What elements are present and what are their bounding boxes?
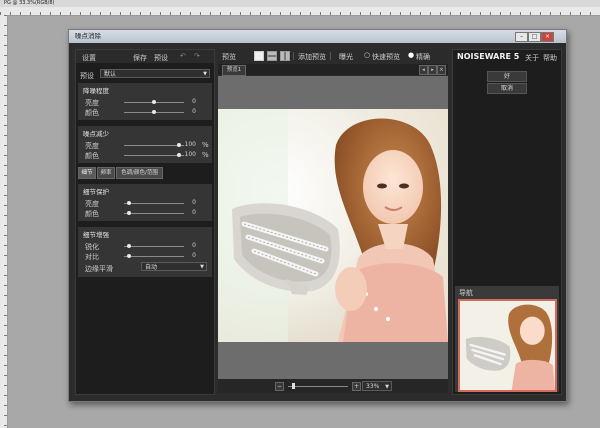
slider-label: 亮度 (85, 99, 99, 107)
zoom-value: 33% (366, 383, 380, 390)
section-title: 细节保护 (83, 188, 109, 196)
ok-button[interactable]: 好 (487, 71, 527, 82)
noise-level-section: 降噪程度 亮度 0 颜色 0 (78, 83, 212, 120)
slider-label: 锐化 (85, 243, 99, 251)
preset-button[interactable]: 预设 (154, 53, 168, 63)
quick-preview-label: 快速预览 (372, 53, 400, 61)
navigator-panel: 导航 (455, 286, 559, 392)
redo-icon[interactable]: ↷ (194, 52, 200, 60)
zoom-slider[interactable] (288, 383, 348, 389)
photo-image (218, 109, 448, 342)
zoom-slider-thumb[interactable] (292, 383, 295, 389)
cancel-button[interactable]: 取消 (487, 83, 527, 94)
tab-detail[interactable]: 细节 (78, 167, 96, 179)
preset-label: 预设 (80, 72, 94, 80)
preview-bottom-bar: − + 33% ▼ (218, 379, 448, 393)
slider-value: 0 (192, 98, 196, 105)
navigator-title: 导航 (459, 289, 473, 297)
section-title: 细节增强 (83, 231, 109, 239)
detail-protection-section: 细节保护 亮度 0 颜色 0 (78, 184, 212, 221)
tab-close-icon[interactable]: × (437, 65, 446, 75)
slider-value: 100 (184, 141, 196, 148)
tab-prev-icon[interactable]: ◂ (419, 65, 428, 75)
accurate-label: 精确 (416, 53, 430, 61)
zoom-out-icon[interactable]: − (275, 382, 284, 391)
detail-enhancement-section: 细节增强 锐化 0 对比 0 边缘平滑 自动 ▼ (78, 227, 212, 277)
tab-frequency[interactable]: 频率 (97, 167, 115, 179)
slider-label: 颜色 (85, 210, 99, 218)
slider-value: 0 (192, 209, 196, 216)
single-view-icon[interactable] (254, 51, 264, 61)
slider-thumb[interactable] (152, 100, 156, 104)
sharpen-mode-label: 边缘平滑 (85, 265, 113, 273)
slider-value: 0 (192, 199, 196, 206)
save-button[interactable]: 保存 (133, 53, 147, 63)
slider-value: 0 (192, 108, 196, 115)
right-panel: NOISEWARE 5 关于 帮助 好 取消 导航 (452, 49, 562, 395)
toolbar-separator (330, 52, 331, 60)
close-button[interactable]: × (541, 32, 554, 42)
zoom-select[interactable]: 33% ▼ (362, 381, 392, 391)
split-vertical-icon[interactable] (280, 51, 290, 61)
tab-tone-color-range[interactable]: 色调/颜色/范围 (116, 167, 163, 179)
undo-icon[interactable]: ↶ (180, 52, 186, 60)
slider-label: 亮度 (85, 200, 99, 208)
chevron-down-icon: ▼ (385, 384, 389, 390)
add-preview-button[interactable]: 添加预览 (298, 52, 326, 62)
slider-thumb[interactable] (126, 244, 131, 248)
tab-next-icon[interactable]: ▸ (428, 65, 437, 75)
preset-select[interactable]: 默认 ▼ (100, 69, 210, 78)
settings-header: 设置 保存 预设 ↶ ↷ (76, 50, 214, 63)
sharpen-mode-select[interactable]: 自动 ▼ (141, 262, 207, 271)
radio-quick-preview[interactable]: ○ (364, 51, 370, 59)
preset-select-value: 默认 (104, 71, 117, 78)
radio-accurate[interactable]: ● (408, 51, 414, 59)
window-titlebar: 噪点消除 – □ × (69, 30, 566, 43)
vertical-ruler (0, 15, 8, 428)
navigator-image (460, 301, 555, 390)
preview-tab-strip: 预览1 ◂ ▸ × (218, 64, 448, 76)
section-title: 降噪程度 (83, 87, 109, 95)
tab-preview-1[interactable]: 预览1 (222, 65, 246, 76)
settings-label: 设置 (82, 54, 96, 62)
exposure-button[interactable]: 曝光 (339, 52, 353, 62)
slider-thumb[interactable] (126, 211, 131, 215)
slider-value: 0 (192, 252, 196, 259)
compare-label: 预览 (222, 53, 236, 61)
slider-label: 颜色 (85, 109, 99, 117)
about-button[interactable]: 关于 (525, 53, 539, 63)
toolbar-separator (293, 52, 294, 60)
maximize-button[interactable]: □ (528, 32, 541, 42)
slider-thumb[interactable] (152, 110, 156, 114)
window-title: 噪点消除 (75, 32, 101, 40)
navigator-thumbnail[interactable] (458, 299, 557, 392)
preview-photo[interactable] (218, 109, 448, 342)
host-document-tab[interactable]: PG @ 33.3%(RGB/8) (0, 0, 600, 7)
preview-toolbar: 预览 添加预览 曝光 ○ 快速预览 ● 精确 (218, 49, 448, 63)
horizontal-ruler (0, 7, 600, 16)
zoom-in-icon[interactable]: + (352, 382, 361, 391)
noise-reduction-section: 噪点减少 亮度 100 % 颜色 100 % (78, 126, 212, 163)
percent-unit: % (202, 141, 209, 149)
slider-label: 颜色 (85, 152, 99, 160)
preview-canvas[interactable] (218, 76, 448, 379)
minimize-button[interactable]: – (515, 32, 528, 42)
slider-value: 0 (192, 242, 196, 249)
split-horizontal-icon[interactable] (267, 51, 277, 61)
brand-logo: NOISEWARE 5 (457, 52, 520, 61)
slider-label: 对比 (85, 253, 99, 261)
slider-label: 亮度 (85, 142, 99, 150)
chevron-down-icon: ▼ (203, 71, 207, 77)
settings-panel: 设置 保存 预设 ↶ ↷ 预设 默认 ▼ 降噪程度 亮度 0 颜色 0 噪点减少… (75, 49, 215, 395)
noiseware-dialog: 噪点消除 – □ × 设置 保存 预设 ↶ ↷ 预设 默认 ▼ 降噪程度 亮度 … (68, 29, 567, 402)
help-button[interactable]: 帮助 (543, 53, 557, 63)
slider-value: 100 (184, 151, 196, 158)
slider-thumb[interactable] (126, 201, 131, 205)
section-title: 噪点减少 (83, 130, 109, 138)
percent-unit: % (202, 151, 209, 159)
slider-thumb[interactable] (126, 254, 131, 258)
sharpen-mode-value: 自动 (145, 264, 158, 271)
chevron-down-icon: ▼ (200, 264, 204, 270)
detail-tabs: 细节 频率 色调/颜色/范围 (78, 167, 212, 179)
